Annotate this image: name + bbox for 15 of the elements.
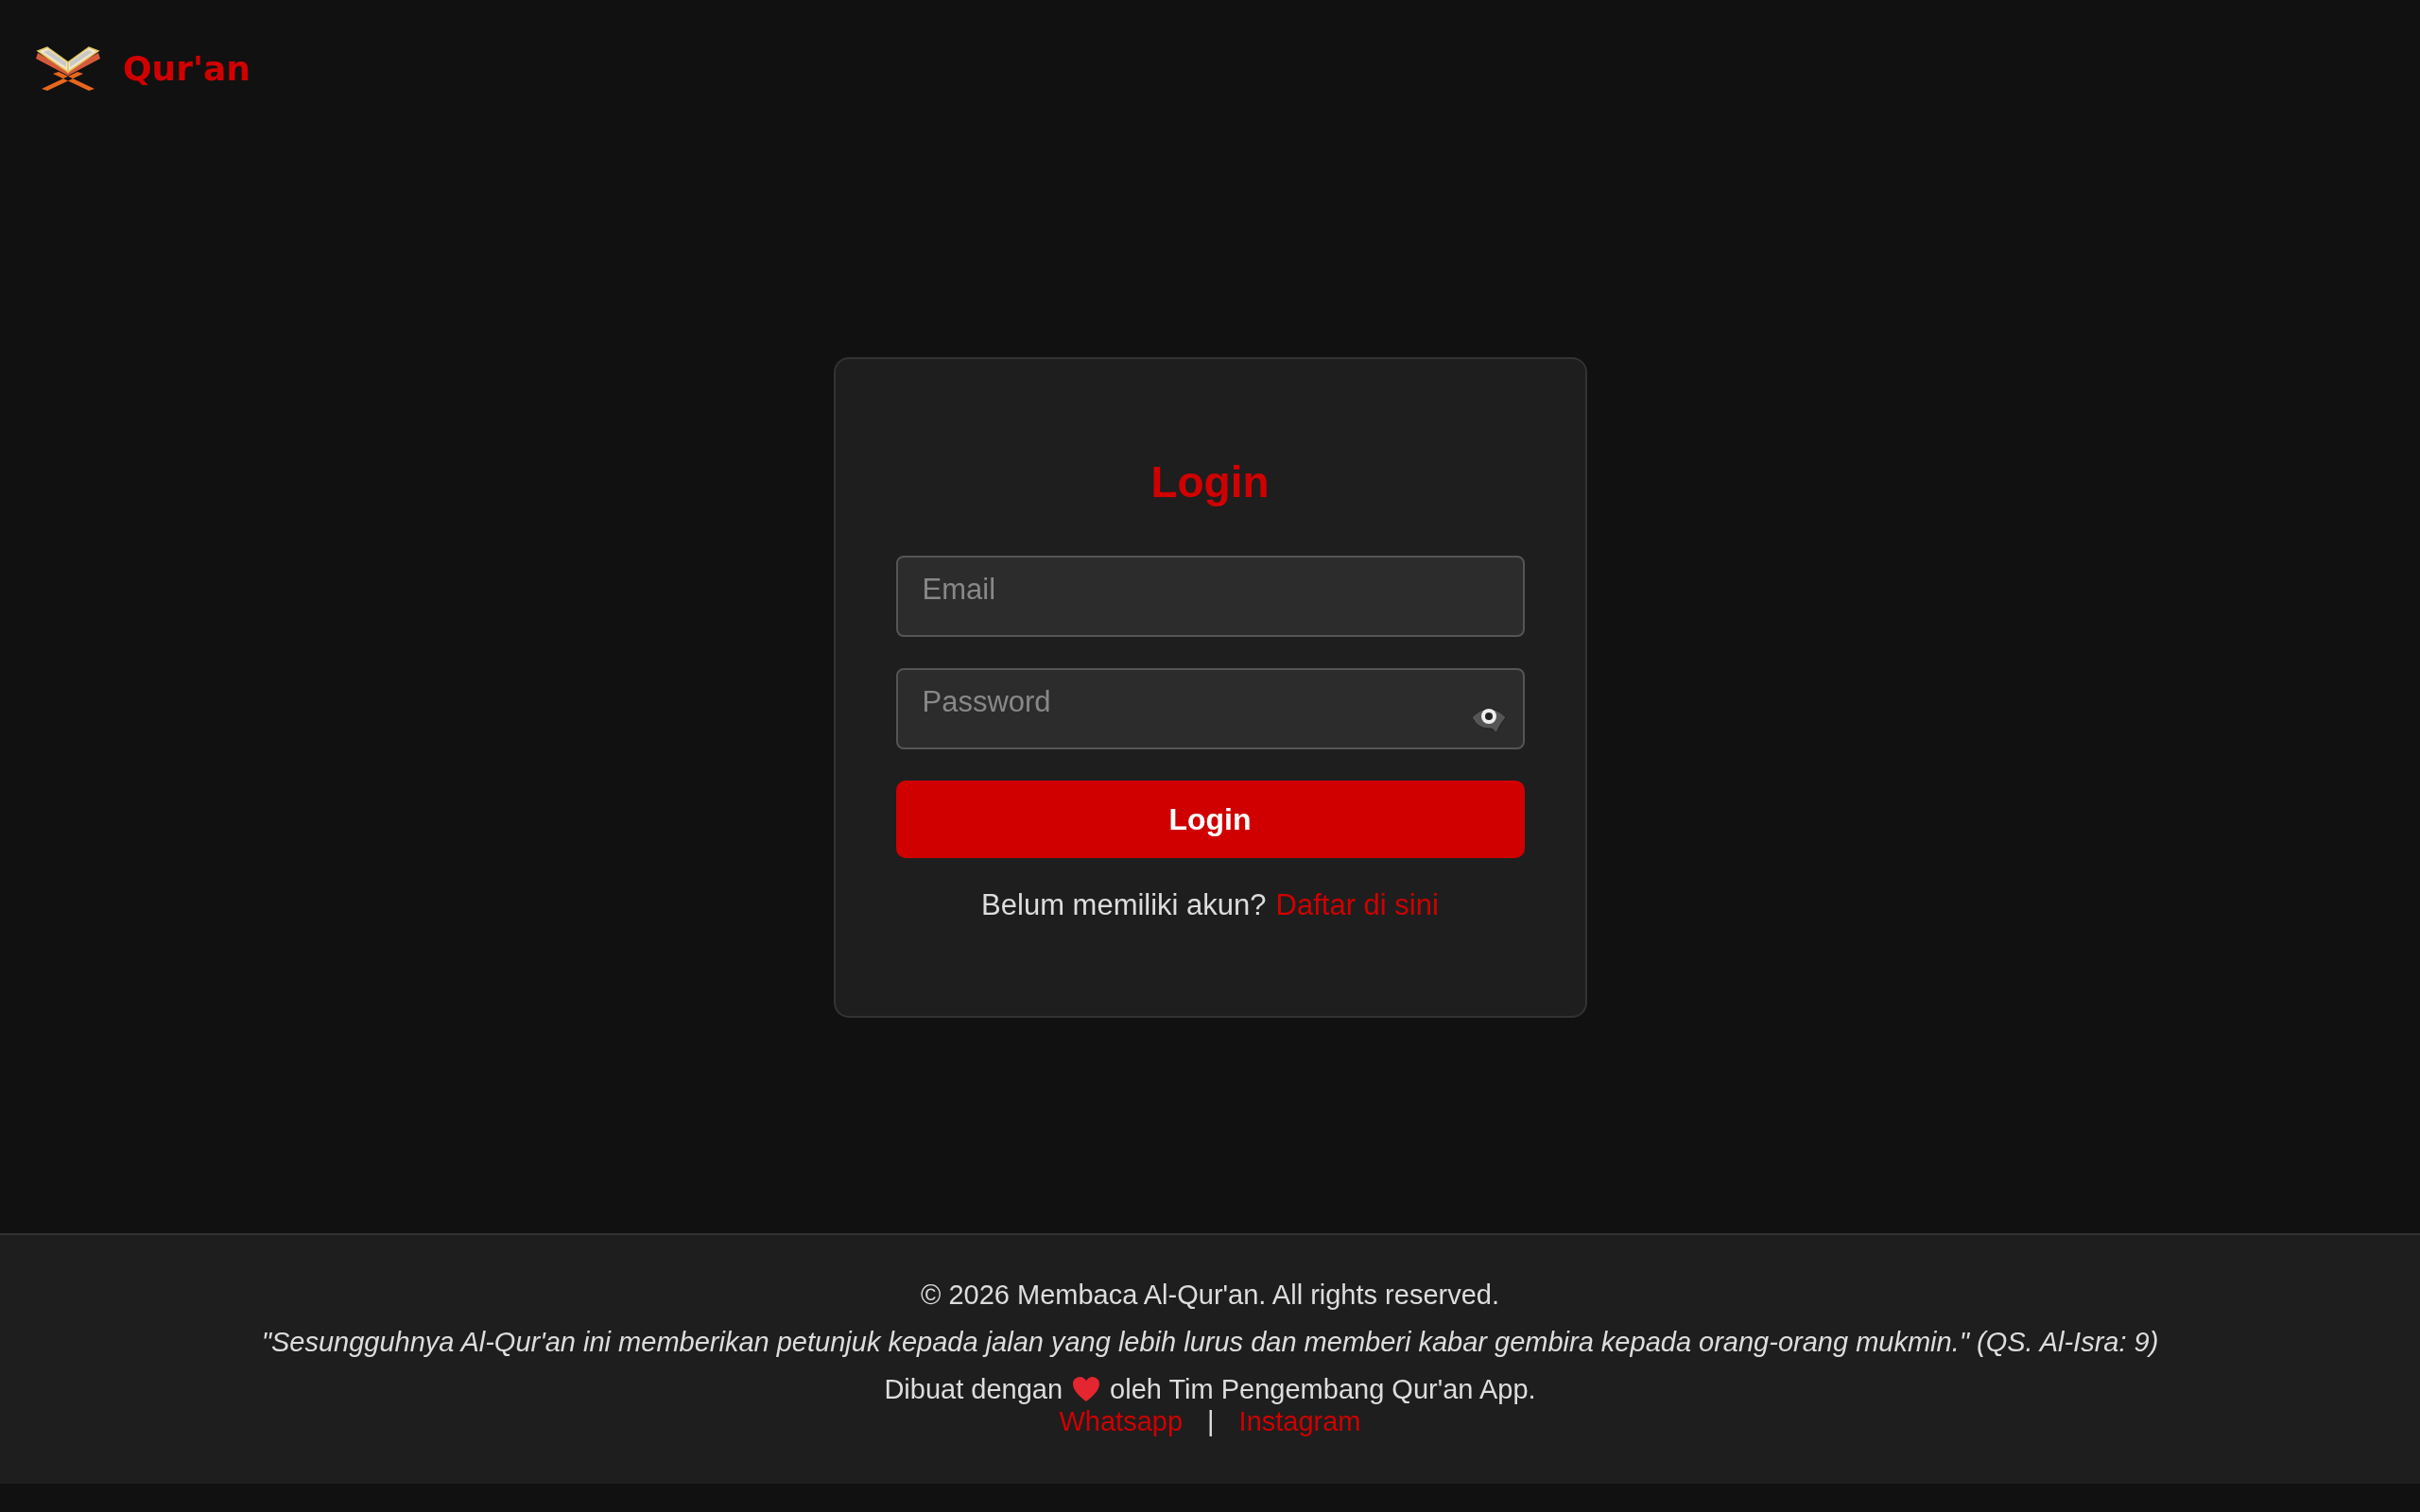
heart-icon (1072, 1376, 1101, 1402)
login-title: Login (1150, 456, 1270, 508)
password-field[interactable]: Password (895, 668, 1525, 749)
separator: | (1207, 1405, 1215, 1437)
whatsapp-link[interactable]: Whatsapp (1059, 1405, 1184, 1437)
instagram-link[interactable]: Instagram (1238, 1405, 1361, 1437)
credit-text: oleh Tim Pengembang Qur'an App. (1110, 1373, 1536, 1405)
email-field[interactable]: Email (895, 556, 1525, 637)
signup-prompt: Belum memiliki akun? (981, 888, 1267, 922)
login-button[interactable]: Login (895, 781, 1525, 858)
copyright-text: © 2026 Membaca Al-Qur'an. All rights reserved. (921, 1279, 1499, 1311)
signup-link[interactable]: Daftar di sini (1275, 888, 1439, 922)
brand-name: Qur'an (123, 48, 251, 90)
quote-text: "Sesungguhnya Al-Qur'an ini memberikan petunjuk kepada jalan yang lebih lurus dan memberi kabar gembira kepada orang-orang mukmin." (QS. Al-Isra: 9) (261, 1326, 2159, 1358)
credit-text: Dibuat dengan (884, 1373, 1063, 1405)
